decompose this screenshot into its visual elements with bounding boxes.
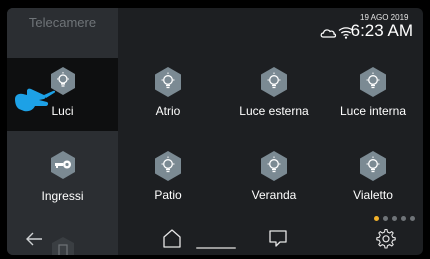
sidebar-item-label: Ingressi xyxy=(41,189,84,203)
tile-label: Luce esterna xyxy=(239,104,309,118)
lightbulb-icon xyxy=(155,67,181,97)
lightbulb-icon xyxy=(261,151,287,181)
door-icon xyxy=(52,237,74,255)
tile-luce-esterna[interactable]: Luce esterna xyxy=(224,60,324,135)
settings-icon[interactable] xyxy=(374,227,396,249)
sidebar-bottom xyxy=(7,216,118,255)
device-frame: Telecamere Luci Ingressi 19 AGO 2019 6:2… xyxy=(0,0,430,259)
tile-vialetto[interactable]: Vialetto xyxy=(323,144,423,219)
tile-label: Vialetto xyxy=(353,188,393,202)
tile-label: Veranda xyxy=(251,188,297,202)
lightbulb-icon xyxy=(360,67,386,97)
tile-veranda[interactable]: Veranda xyxy=(224,144,324,219)
lightbulb-icon xyxy=(261,67,287,97)
sidebar-item-ingressi[interactable]: Ingressi xyxy=(7,141,118,216)
page-dot[interactable] xyxy=(410,216,415,221)
page-dot[interactable] xyxy=(383,216,388,221)
bottom-nav-bar xyxy=(118,222,423,255)
tile-label: Patio xyxy=(154,188,182,202)
page-dot-active[interactable] xyxy=(374,216,379,221)
pointing-hand-icon xyxy=(15,88,56,112)
status-header: 19 AGO 2019 6:23 AM xyxy=(118,8,423,54)
cloud-icon xyxy=(320,29,337,38)
lightbulb-icon xyxy=(360,151,386,181)
tile-label: Luce interna xyxy=(339,104,407,118)
tile-luce-interna[interactable]: Luce interna xyxy=(323,60,423,135)
home-icon[interactable] xyxy=(161,227,183,249)
tile-patio[interactable]: Patio xyxy=(118,144,218,219)
time-label: 6:23 AM xyxy=(350,21,413,40)
back-arrow-icon[interactable] xyxy=(25,232,43,246)
lightbulb-icon xyxy=(155,151,181,181)
door-key-icon xyxy=(51,151,75,179)
tile-label: Atrio xyxy=(155,104,181,118)
home-indicator-bar xyxy=(196,247,236,249)
chat-icon[interactable] xyxy=(267,227,289,249)
sidebar-item-label: Telecamere xyxy=(28,15,97,30)
screen: Telecamere Luci Ingressi 19 AGO 2019 6:2… xyxy=(7,8,423,255)
sidebar-item-telecamere[interactable]: Telecamere xyxy=(7,8,118,58)
tile-atrio[interactable]: Atrio xyxy=(118,60,218,135)
sidebar: Telecamere Luci Ingressi xyxy=(7,8,118,255)
page-dot[interactable] xyxy=(401,216,406,221)
page-dot[interactable] xyxy=(392,216,397,221)
